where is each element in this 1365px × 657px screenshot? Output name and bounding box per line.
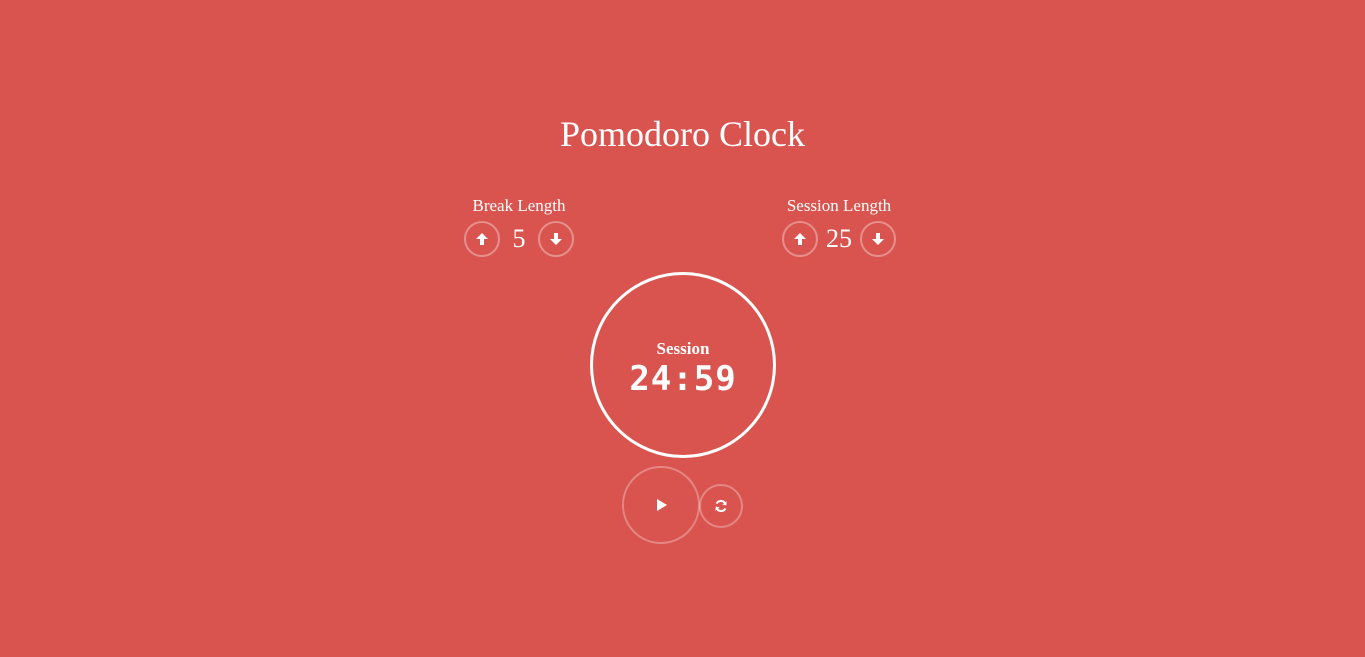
timer-label: Session: [656, 339, 710, 358]
break-increment-button[interactable]: [464, 221, 500, 257]
play-button[interactable]: [622, 466, 700, 544]
pomodoro-app: Pomodoro Clock Break Length 5 Session Le…: [0, 0, 1365, 657]
session-decrement-button[interactable]: [860, 221, 896, 257]
arrow-up-icon: [476, 233, 488, 245]
session-length-label: Session Length: [786, 196, 892, 215]
arrow-down-icon: [550, 233, 562, 245]
session-length-value: 25: [826, 224, 852, 253]
break-length-row: 5: [419, 221, 619, 257]
page-title: Pomodoro Clock: [559, 114, 805, 154]
session-length-control: Session Length 25: [739, 194, 939, 257]
break-length-label: Break Length: [472, 196, 566, 215]
timer-display: 24:59: [629, 359, 737, 399]
arrow-down-icon: [872, 233, 884, 245]
break-decrement-button[interactable]: [538, 221, 574, 257]
play-icon: [657, 499, 667, 511]
arrow-up-icon: [794, 233, 806, 245]
break-length-value: 5: [512, 224, 526, 253]
timer-clock[interactable]: Session 24:59: [590, 272, 776, 458]
session-increment-button[interactable]: [782, 221, 818, 257]
reset-button[interactable]: [699, 484, 743, 528]
break-length-control: Break Length 5: [419, 194, 619, 257]
session-length-row: 25: [739, 221, 939, 257]
refresh-icon: [715, 500, 727, 512]
